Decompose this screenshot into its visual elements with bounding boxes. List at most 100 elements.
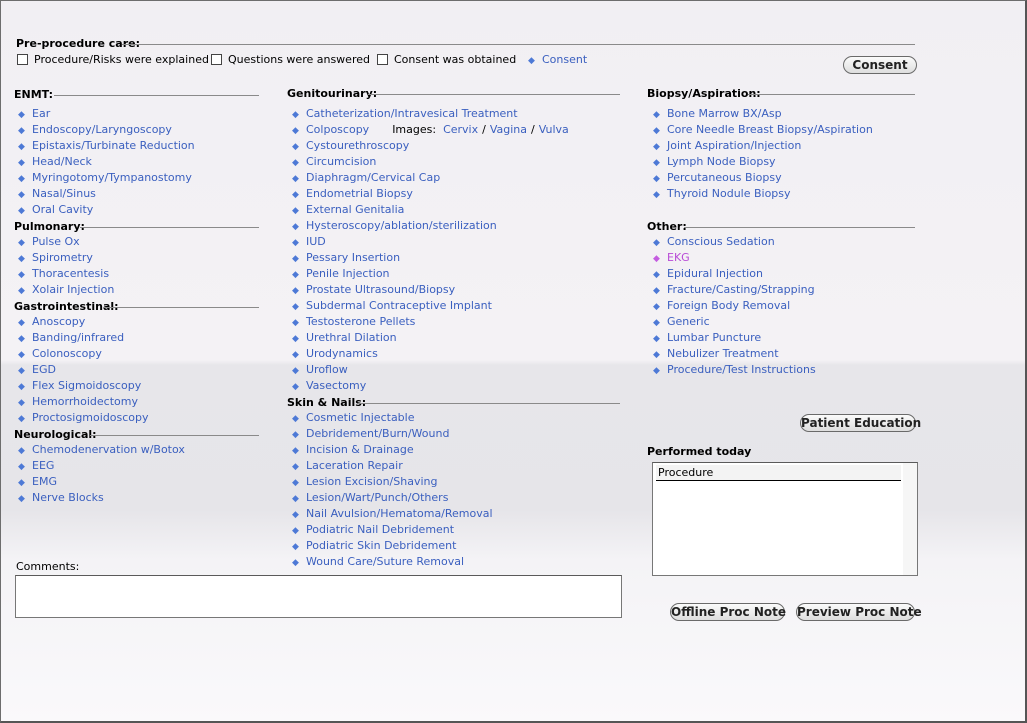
- list-item[interactable]: ◆ Endoscopy/Laryngoscopy: [18, 122, 195, 138]
- procedure-link[interactable]: Hemorrhoidectomy: [32, 395, 138, 408]
- list-item[interactable]: ◆ Lumbar Puncture: [653, 330, 816, 346]
- list-item[interactable]: ◆ Ear: [18, 106, 195, 122]
- list-item[interactable]: ◆ Cystourethroscopy: [292, 138, 569, 154]
- procedure-link[interactable]: Percutaneous Biopsy: [667, 171, 782, 184]
- image-vagina-link[interactable]: Vagina: [490, 123, 527, 136]
- consent-link[interactable]: ◆ Consent: [528, 53, 587, 68]
- checkbox-box[interactable]: [17, 54, 28, 65]
- procedure-link[interactable]: Epistaxis/Turbinate Reduction: [32, 139, 195, 152]
- list-item[interactable]: ◆ Conscious Sedation: [653, 234, 816, 250]
- list-item[interactable]: ◆ Cosmetic Injectable: [292, 410, 493, 426]
- procedure-link[interactable]: Anoscopy: [32, 315, 85, 328]
- list-item[interactable]: ◆ Generic: [653, 314, 816, 330]
- preview-proc-note-button[interactable]: Preview Proc Note: [796, 603, 922, 621]
- procedure-link[interactable]: Nasal/Sinus: [32, 187, 96, 200]
- list-item[interactable]: ◆ EGD: [18, 362, 149, 378]
- list-item[interactable]: ◆ Incision & Drainage: [292, 442, 493, 458]
- scrollbar[interactable]: [903, 463, 917, 575]
- procedure-link[interactable]: Xolair Injection: [32, 283, 114, 296]
- list-item[interactable]: ◆ Nerve Blocks: [18, 490, 185, 506]
- list-item[interactable]: ◆ Uroflow: [292, 362, 569, 378]
- list-item[interactable]: ◆ Podiatric Nail Debridement: [292, 522, 493, 538]
- procedure-link[interactable]: Colonoscopy: [32, 347, 102, 360]
- list-item[interactable]: ◆ Epidural Injection: [653, 266, 816, 282]
- checkbox-box[interactable]: [211, 54, 222, 65]
- list-item[interactable]: ◆ Prostate Ultrasound/Biopsy: [292, 282, 569, 298]
- procedure-link[interactable]: Uroflow: [306, 363, 348, 376]
- procedure-link[interactable]: Pulse Ox: [32, 235, 80, 248]
- list-item[interactable]: ◆ Lesion Excision/Shaving: [292, 474, 493, 490]
- performed-today-list[interactable]: Procedure: [652, 462, 918, 576]
- procedure-link[interactable]: Debridement/Burn/Wound: [306, 427, 449, 440]
- procedure-link[interactable]: Circumcision: [306, 155, 376, 168]
- list-item[interactable]: ◆ Oral Cavity: [18, 202, 195, 218]
- colposcopy-link[interactable]: Colposcopy: [306, 123, 369, 136]
- procedure-link[interactable]: Proctosigmoidoscopy: [32, 411, 149, 424]
- procedure-link[interactable]: Epidural Injection: [667, 267, 763, 280]
- procedure-link[interactable]: Hysteroscopy/ablation/sterilization: [306, 219, 497, 232]
- procedure-link[interactable]: Laceration Repair: [306, 459, 403, 472]
- procedure-link[interactable]: Myringotomy/Tympanostomy: [32, 171, 192, 184]
- procedure-link[interactable]: Lesion/Wart/Punch/Others: [306, 491, 448, 504]
- list-item[interactable]: ◆ Urethral Dilation: [292, 330, 569, 346]
- procedure-link[interactable]: Wound Care/Suture Removal: [306, 555, 464, 568]
- procedure-link[interactable]: Chemodenervation w/Botox: [32, 443, 185, 456]
- list-item[interactable]: ◆ Podiatric Skin Debridement: [292, 538, 493, 554]
- list-item[interactable]: ◆ Procedure/Test Instructions: [653, 362, 816, 378]
- list-item[interactable]: ◆ Penile Injection: [292, 266, 569, 282]
- image-vulva-link[interactable]: Vulva: [539, 123, 569, 136]
- list-item[interactable]: ◆ Banding/infrared: [18, 330, 149, 346]
- list-item[interactable]: ◆ Foreign Body Removal: [653, 298, 816, 314]
- list-item[interactable]: ◆ Xolair Injection: [18, 282, 114, 298]
- list-item[interactable]: ◆ Endometrial Biopsy: [292, 186, 569, 202]
- procedure-link[interactable]: Endometrial Biopsy: [306, 187, 413, 200]
- procedure-link[interactable]: Oral Cavity: [32, 203, 93, 216]
- procedure-link[interactable]: Joint Aspiration/Injection: [667, 139, 801, 152]
- list-item[interactable]: ◆ Catheterization/Intravesical Treatment: [292, 106, 569, 122]
- list-item-active[interactable]: ◆ EKG: [653, 250, 816, 266]
- procedure-link[interactable]: EEG: [32, 459, 54, 472]
- list-item[interactable]: ◆ Lesion/Wart/Punch/Others: [292, 490, 493, 506]
- procedure-link[interactable]: Thyroid Nodule Biopsy: [667, 187, 791, 200]
- image-cervix-link[interactable]: Cervix: [443, 123, 478, 136]
- procedure-link[interactable]: Head/Neck: [32, 155, 92, 168]
- list-item[interactable]: ◆ Wound Care/Suture Removal: [292, 554, 493, 570]
- comments-textarea[interactable]: [15, 575, 622, 618]
- procedure-link[interactable]: Penile Injection: [306, 267, 390, 280]
- procedure-link[interactable]: Generic: [667, 315, 710, 328]
- checkbox-risks-explained[interactable]: Procedure/Risks were explained: [17, 53, 209, 67]
- procedure-link[interactable]: Urethral Dilation: [306, 331, 397, 344]
- checkbox-box[interactable]: [377, 54, 388, 65]
- list-item[interactable]: ◆ Flex Sigmoidoscopy: [18, 378, 149, 394]
- procedure-link[interactable]: Diaphragm/Cervical Cap: [306, 171, 440, 184]
- procedure-link[interactable]: Cosmetic Injectable: [306, 411, 415, 424]
- list-item[interactable]: ◆ Hysteroscopy/ablation/sterilization: [292, 218, 569, 234]
- procedure-link[interactable]: Incision & Drainage: [306, 443, 414, 456]
- list-item[interactable]: ◆ Circumcision: [292, 154, 569, 170]
- list-item[interactable]: ◆ Vasectomy: [292, 378, 569, 394]
- list-item[interactable]: ◆ Core Needle Breast Biopsy/Aspiration: [653, 122, 873, 138]
- list-item[interactable]: ◆ Percutaneous Biopsy: [653, 170, 873, 186]
- procedure-link[interactable]: Procedure/Test Instructions: [667, 363, 816, 376]
- list-item[interactable]: ◆ Pulse Ox: [18, 234, 114, 250]
- procedure-link[interactable]: Lesion Excision/Shaving: [306, 475, 437, 488]
- offline-proc-note-button[interactable]: Offline Proc Note: [670, 603, 786, 621]
- procedure-link[interactable]: Vasectomy: [306, 379, 366, 392]
- procedure-link[interactable]: Foreign Body Removal: [667, 299, 790, 312]
- procedure-link[interactable]: Nail Avulsion/Hematoma/Removal: [306, 507, 493, 520]
- procedure-link-active[interactable]: EKG: [667, 251, 690, 264]
- list-item[interactable]: ◆ Nail Avulsion/Hematoma/Removal: [292, 506, 493, 522]
- procedure-link[interactable]: External Genitalia: [306, 203, 404, 216]
- procedure-link[interactable]: Podiatric Nail Debridement: [306, 523, 454, 536]
- procedure-link[interactable]: EMG: [32, 475, 57, 488]
- procedure-link[interactable]: Subdermal Contraceptive Implant: [306, 299, 492, 312]
- procedure-link[interactable]: Conscious Sedation: [667, 235, 775, 248]
- procedure-link[interactable]: Cystourethroscopy: [306, 139, 409, 152]
- procedure-link[interactable]: Flex Sigmoidoscopy: [32, 379, 141, 392]
- consent-link-label[interactable]: Consent: [542, 53, 587, 66]
- procedure-link[interactable]: Testosterone Pellets: [306, 315, 415, 328]
- list-item[interactable]: ◆ Nebulizer Treatment: [653, 346, 816, 362]
- procedure-link[interactable]: Endoscopy/Laryngoscopy: [32, 123, 172, 136]
- list-item[interactable]: ◆ Thoracentesis: [18, 266, 114, 282]
- list-item[interactable]: ◆ Urodynamics: [292, 346, 569, 362]
